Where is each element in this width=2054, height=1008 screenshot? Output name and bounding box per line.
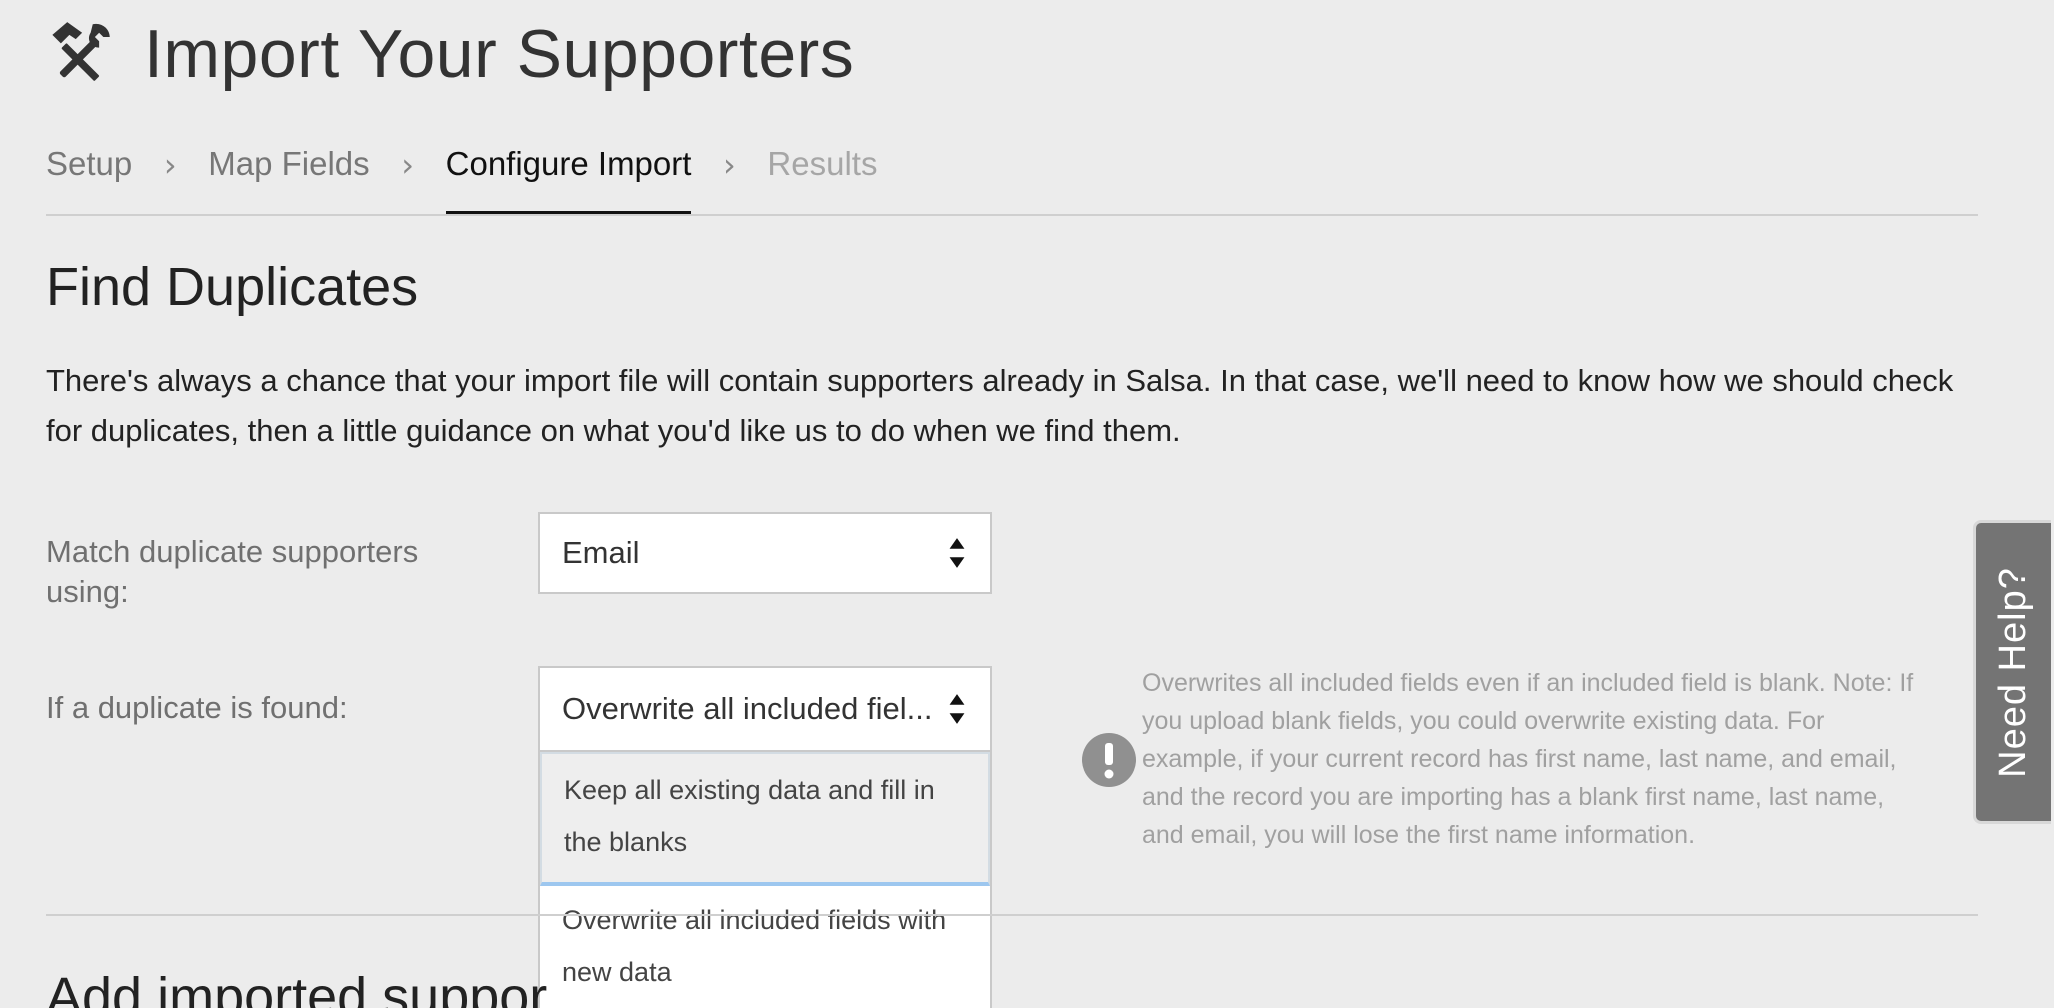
import-stepper: Setup › Map Fields › Configure Import › … xyxy=(46,132,1978,216)
import-page: Import Your Supporters Setup › Map Field… xyxy=(0,0,2054,1008)
step-separator: › xyxy=(163,146,177,184)
duplicate-action-dropdown: Keep all existing data and fill in the b… xyxy=(538,752,992,1008)
find-duplicates-intro: There's always a chance that your import… xyxy=(46,363,1954,448)
add-imported-supporters-title: Add imported suppor xyxy=(46,967,548,1008)
need-help-tab[interactable]: Need Help? xyxy=(1973,520,2051,824)
tools-icon xyxy=(52,22,110,81)
select-arrows-icon xyxy=(949,538,965,568)
select-arrows-icon xyxy=(949,694,965,724)
page-header: Import Your Supporters xyxy=(46,8,854,100)
find-duplicates-title: Find Duplicates xyxy=(46,257,419,317)
step-map-fields[interactable]: Map Fields xyxy=(208,132,369,212)
step-setup[interactable]: Setup xyxy=(46,132,132,212)
match-field-value: Email xyxy=(562,535,640,570)
step-separator: › xyxy=(401,146,415,184)
step-separator: › xyxy=(723,146,736,184)
step-configure-import[interactable]: Configure Import xyxy=(445,132,692,214)
duplicate-found-label: If a duplicate is found: xyxy=(46,690,348,725)
section-divider xyxy=(46,914,1978,916)
need-help-label: Need Help? xyxy=(1992,566,2034,778)
duplicate-action-value: Overwrite all included fiel... xyxy=(562,691,933,726)
duplicate-action-select[interactable]: Overwrite all included fiel... xyxy=(538,666,992,752)
duplicate-info-text: Overwrites all included fields even if a… xyxy=(1142,669,1914,849)
page-title: Import Your Supporters xyxy=(144,16,855,92)
match-field-select[interactable]: Email xyxy=(538,512,992,594)
dropdown-option-overwrite[interactable]: Overwrite all included fields with new d… xyxy=(540,886,990,1008)
match-duplicates-label: Match duplicate supporters using: xyxy=(46,534,419,609)
step-results: Results xyxy=(767,145,878,182)
dropdown-option-keep-existing[interactable]: Keep all existing data and fill in the b… xyxy=(540,752,990,886)
exclamation-icon xyxy=(1082,733,1136,787)
